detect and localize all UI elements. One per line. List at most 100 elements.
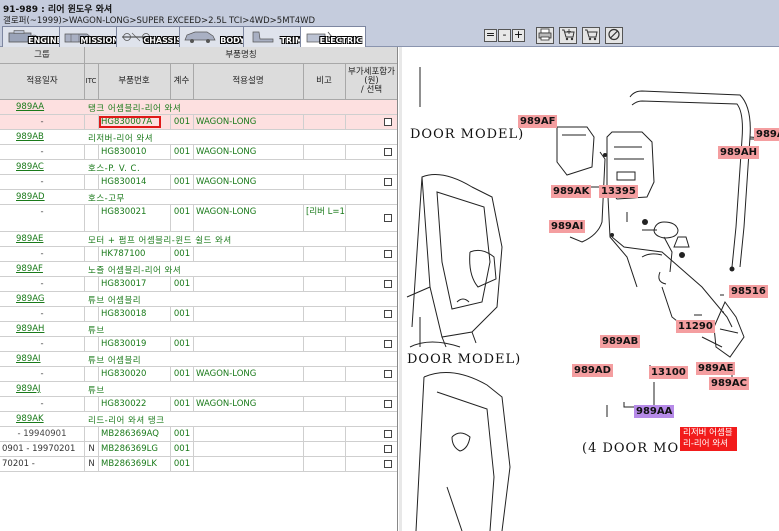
part-label-989ai[interactable]: 989AI: [549, 220, 586, 233]
part-row[interactable]: - HG830020 001 WAGON-LONG: [0, 367, 397, 382]
part-number[interactable]: HG830019: [98, 337, 170, 351]
tab-label: MISSION: [80, 36, 119, 45]
part-number-text: HG830022: [101, 399, 147, 409]
group-code-link[interactable]: 989AA: [16, 102, 44, 112]
group-name: 리저버-리어 와셔: [88, 134, 154, 144]
itc-flag: [84, 277, 98, 291]
part-label-989aj[interactable]: 989AJ: [754, 128, 779, 141]
part-number[interactable]: MB286369LK: [98, 457, 170, 471]
tab-trim[interactable]: TRIM: [243, 26, 307, 47]
print-button[interactable]: [536, 27, 554, 44]
zoom-in-button[interactable]: +: [512, 29, 525, 42]
part-row[interactable]: 0901 - 19970201 N MB286369LG 001: [0, 442, 397, 457]
select-checkbox[interactable]: [384, 400, 392, 408]
tab-electric[interactable]: ELECTRIC: [300, 26, 366, 47]
tab-mission[interactable]: MISSION: [59, 26, 123, 47]
group-code-link[interactable]: 989AB: [16, 132, 44, 142]
part-row[interactable]: - HG830017 001: [0, 277, 397, 292]
part-number[interactable]: HG830022: [98, 397, 170, 411]
part-label-989ad[interactable]: 989AD: [572, 364, 613, 377]
part-label-989ae[interactable]: 989AE: [696, 362, 736, 375]
group-row[interactable]: 989AF 노즐 어셈블리-리어 와셔: [0, 262, 397, 277]
group-code-link[interactable]: 989AG: [16, 294, 44, 304]
part-row[interactable]: - HG830021 001WAGON-LONG[리버 L=180]: [0, 205, 397, 232]
group-row[interactable]: 989AE 모터 + 펌프 어셈블리-윈드 쉴드 와셔: [0, 232, 397, 247]
zoom-out-button[interactable]: -: [498, 29, 511, 42]
part-row[interactable]: - HG830022 001 WAGON-LONG: [0, 397, 397, 412]
part-label-13395[interactable]: 13395: [599, 185, 638, 198]
part-row[interactable]: - HG830018 001: [0, 307, 397, 322]
part-label-989ac[interactable]: 989AC: [709, 377, 749, 390]
group-code-link[interactable]: 989AD: [16, 192, 45, 202]
group-row[interactable]: 989AA 탱크 어셈블리-리어 와셔: [0, 100, 397, 115]
cart-button[interactable]: [582, 27, 600, 44]
itc-flag: [84, 205, 98, 231]
part-number[interactable]: HG830007A: [98, 115, 170, 129]
part-number[interactable]: MB286369AQ: [98, 427, 170, 441]
part-number[interactable]: HG830017: [98, 277, 170, 291]
part-number[interactable]: HG830021: [98, 205, 170, 231]
select-checkbox[interactable]: [384, 250, 392, 258]
tab-chassis[interactable]: CHASSIS: [116, 26, 186, 47]
part-label-989af[interactable]: 989AF: [518, 115, 558, 128]
select-checkbox[interactable]: [384, 178, 392, 186]
group-code-link[interactable]: 989AF: [16, 264, 43, 274]
group-row[interactable]: 989AK 리드-리어 와셔 탱크: [0, 412, 397, 427]
part-row[interactable]: - HG830007A 001 WAGON-LONG: [0, 115, 397, 130]
group-row[interactable]: 989AD 호스-고무: [0, 190, 397, 205]
part-number[interactable]: HK787100: [98, 247, 170, 261]
cart-add-button[interactable]: [559, 27, 577, 44]
group-code-link[interactable]: 989AK: [16, 414, 44, 424]
remark: [303, 442, 345, 456]
group-row[interactable]: 989AH 튜브: [0, 322, 397, 337]
select-checkbox[interactable]: [384, 430, 392, 438]
part-label-989ah[interactable]: 989AH: [718, 146, 759, 159]
part-number[interactable]: MB286369LG: [98, 442, 170, 456]
select-checkbox[interactable]: [384, 370, 392, 378]
part-label-98516[interactable]: 98516: [729, 285, 768, 298]
apply-date: -: [40, 177, 44, 187]
part-row[interactable]: - HG830014 001 WAGON-LONG: [0, 175, 397, 190]
group-code-link[interactable]: 989AH: [16, 324, 44, 334]
parts-diagram[interactable]: DOOR MODEL) DOOR MODEL) (4 DOOR MO 989AF…: [402, 47, 779, 531]
part-label-989ak[interactable]: 989AK: [551, 185, 592, 198]
cancel-button[interactable]: [605, 27, 623, 44]
tab-engine[interactable]: ENGINE: [2, 26, 66, 47]
part-label-989ab[interactable]: 989AB: [600, 335, 641, 348]
part-label-11290[interactable]: 11290: [676, 320, 715, 333]
group-code-link[interactable]: 989AI: [16, 354, 41, 364]
select-checkbox[interactable]: [384, 148, 392, 156]
part-row[interactable]: 70201 - N MB286369LK 001: [0, 457, 397, 472]
part-number[interactable]: HG830020: [98, 367, 170, 381]
select-checkbox[interactable]: [384, 310, 392, 318]
group-code-link[interactable]: 989AJ: [16, 384, 41, 394]
part-number[interactable]: HG830014: [98, 175, 170, 189]
select-checkbox[interactable]: [384, 340, 392, 348]
group-row[interactable]: 989AC 호스-P. V. C.: [0, 160, 397, 175]
part-label-13100[interactable]: 13100: [649, 366, 688, 379]
part-row[interactable]: - HG830019 001: [0, 337, 397, 352]
group-row[interactable]: 989AG 튜브 어셈블리: [0, 292, 397, 307]
group-name: 튜브: [88, 386, 105, 396]
part-row[interactable]: - HK787100 001: [0, 247, 397, 262]
select-checkbox[interactable]: [384, 460, 392, 468]
select-checkbox[interactable]: [384, 118, 392, 126]
part-label-989aa[interactable]: 989AA: [634, 405, 675, 418]
group-code-link[interactable]: 989AC: [16, 162, 44, 172]
select-checkbox[interactable]: [384, 280, 392, 288]
zoom-reset-button[interactable]: =: [484, 29, 497, 42]
group-row[interactable]: 989AJ 튜브: [0, 382, 397, 397]
select-checkbox[interactable]: [384, 214, 392, 222]
part-row[interactable]: - HG830010 001 WAGON-LONG: [0, 145, 397, 160]
group-row[interactable]: 989AI 튜브 어셈블리: [0, 352, 397, 367]
select-checkbox[interactable]: [384, 445, 392, 453]
part-number[interactable]: HG830018: [98, 307, 170, 321]
apply-date: 0901 - 19970201: [2, 444, 76, 454]
part-number[interactable]: HG830010: [98, 145, 170, 159]
part-row[interactable]: - 19940901 MB286369AQ 001: [0, 427, 397, 442]
diagram-drawing: [406, 67, 775, 531]
group-row[interactable]: 989AB 리저버-리어 와셔: [0, 130, 397, 145]
apply-description: WAGON-LONG: [193, 115, 303, 129]
tab-body[interactable]: BODY: [179, 26, 249, 47]
group-code-link[interactable]: 989AE: [16, 234, 43, 244]
